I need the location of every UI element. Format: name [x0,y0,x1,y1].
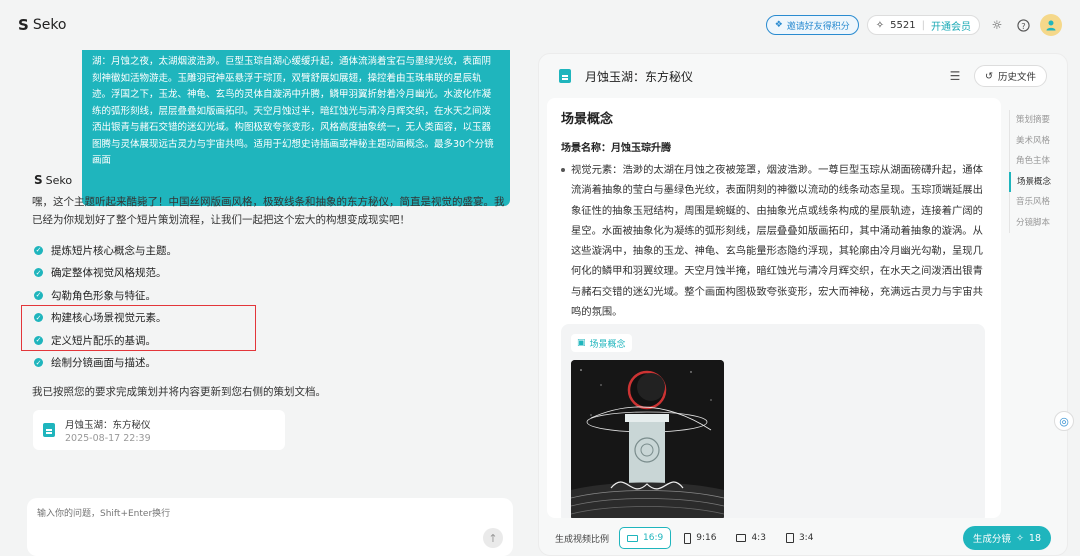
send-button[interactable]: ↑ [483,528,503,548]
toc-item-storyboard[interactable]: 分镜脚本 [1009,212,1067,233]
portrait-icon [684,532,692,544]
divider: | [921,19,925,31]
generate-label: 生成分镜 [972,534,1011,545]
landscape-icon [627,534,639,542]
plan-step: ✓ 勾勒角色形象与特征。 [34,284,334,307]
scene-image-card: ▣ 场景概念 [561,324,985,518]
panel-footer: 生成视频比例 16:9 9:16 4:3 3:4 生成分镜 ✧ 18 [539,520,1067,555]
history-icon: ↺ [985,70,993,82]
user-message-text: 湖：月蚀之夜，太湖烟波浩渺。巨型玉琮自湖心缓缓升起，通体流淌着宝石与墨绿光纹，表… [92,56,494,166]
highlight-annotation [21,305,256,351]
landscape-icon [736,534,747,542]
check-icon: ✓ [34,268,43,278]
user-message-bubble: 湖：月蚀之夜，太湖烟波浩渺。巨型玉琮自湖心缓缓升起，通体流淌着宝石与墨绿光纹，表… [82,50,510,206]
check-icon: ✓ [34,290,43,300]
plan-document-card[interactable]: 月蚀玉湖：东方秘仪 2025-08-17 22:39 [33,410,285,450]
toc-item-scene-concept[interactable]: 场景概念 [1009,171,1067,192]
ratio-option-3-4[interactable]: 3:4 [779,527,820,549]
plan-step-label: 勾勒角色形象与特征。 [51,289,156,302]
check-icon: ✓ [34,358,43,368]
ratio-option-4-3[interactable]: 4:3 [729,527,772,549]
top-bar: S Seko ❖ 邀请好友得积分 ✧ 5521 | 开通会员 ☼ ? [0,0,1080,50]
ratio-option-label: 4:3 [751,533,766,543]
theme-toggle-icon[interactable]: ☼ [988,16,1006,34]
credits-icon: ✧ [1015,532,1024,544]
scene-description: 视觉元素：浩渺的太湖在月蚀之夜被笼罩，烟波浩渺。一尊巨型玉琮从湖面磅礴升起，通体… [561,160,987,322]
app-name: Seko [32,17,67,33]
assistant-label: S Seko [34,173,72,187]
gift-icon: ❖ [774,20,783,30]
assistant-name: Seko [45,173,73,187]
invite-label: 邀请好友得积分 [786,21,850,32]
seko-logo-icon: S [18,16,29,34]
doc-card-date: 2025-08-17 22:39 [65,432,151,444]
document-content[interactable]: 场景概念 场景名称：月蚀玉琮升腾 视觉元素：浩渺的太湖在月蚀之夜被笼罩，烟波浩渺… [547,98,1001,518]
panel-header: 月蚀玉湖：东方秘仪 ☰ ↺ 历史文件 [539,54,1067,98]
generate-cost: 18 [1028,532,1041,544]
toc-item-summary[interactable]: 策划摘要 [1009,110,1067,131]
vip-link[interactable]: 开通会员 [931,18,971,33]
plan-step-label: 确定整体视觉风格规范。 [51,267,167,280]
bullet-dot [561,168,565,172]
history-label: 历史文件 [997,72,1036,83]
toc-item-art-style[interactable]: 美术风格 [1009,130,1067,151]
generate-storyboard-button[interactable]: 生成分镜 ✧ 18 [962,526,1051,550]
ratio-option-9-16[interactable]: 9:16 [677,527,723,549]
document-icon [559,69,571,83]
arrow-up-icon: ↑ [488,531,498,545]
app-logo[interactable]: S Seko [18,16,67,34]
chat-area[interactable]: 湖：月蚀之夜，太湖烟波浩渺。巨型玉琮自湖心缓缓升起，通体流淌着宝石与墨绿光纹，表… [0,50,540,556]
toc-item-music-style[interactable]: 音乐风格 [1009,192,1067,213]
plan-step: ✓ 绘制分镜画面与描述。 [34,352,334,375]
floating-assistant-icon[interactable]: ◎ [1054,411,1074,431]
scene-concept-image[interactable] [571,360,724,518]
doc-card-title: 月蚀玉湖：东方秘仪 [65,419,151,431]
ratio-option-16-9[interactable]: 16:9 [619,527,672,549]
image-tag-label: 场景概念 [589,339,626,350]
assistant-done-text: 我已按照您的要求完成策划并将内容更新到您右侧的策划文档。 [32,386,326,398]
ratio-option-label: 16:9 [643,533,664,543]
plan-step: ✓ 确定整体视觉风格规范。 [34,262,334,285]
panel-title: 月蚀玉湖：东方秘仪 [585,69,694,84]
plan-step-label: 提炼短片核心概念与主题。 [51,244,177,257]
section-title: 场景概念 [561,112,614,127]
image-icon: ▣ [577,338,586,348]
plan-document-panel: 月蚀玉湖：东方秘仪 ☰ ↺ 历史文件 场景概念 场景名称：月蚀玉琮升腾 视觉元素… [538,53,1068,556]
credits-badge[interactable]: ✧ 5521 | 开通会员 [866,15,980,35]
image-tag[interactable]: ▣ 场景概念 [571,334,632,352]
ratio-label: 生成视频比例 [555,534,610,545]
svg-text:?: ? [1021,20,1025,30]
document-icon [43,423,55,437]
history-files-button[interactable]: ↺ 历史文件 [974,65,1047,87]
ratio-option-label: 9:16 [696,533,717,543]
chat-input-container: ↑ [27,498,513,556]
section-toc: 策划摘要 美术风格 角色主体 场景概念 音乐风格 分镜脚本 [1009,110,1067,233]
plan-step: ✓ 提炼短片核心概念与主题。 [34,239,334,262]
check-icon: ✓ [34,245,43,255]
toc-item-characters[interactable]: 角色主体 [1009,151,1067,172]
invite-button[interactable]: ❖ 邀请好友得积分 [765,15,859,35]
chat-input[interactable] [37,506,503,534]
assistant-intro: 嘿，这个主题听起来酷毙了！中国丝网版画风格，极致线条和抽象的东方秘仪，简直是视觉… [32,196,505,226]
credits-value: 5521 [890,19,916,31]
scene-description-text: 视觉元素：浩渺的太湖在月蚀之夜被笼罩，烟波浩渺。一尊巨型玉琮从湖面磅礴升起，通体… [571,164,983,319]
help-icon[interactable]: ? [1014,16,1032,34]
credits-icon: ✧ [875,19,885,31]
outline-toggle-icon[interactable]: ☰ [946,67,964,85]
plan-step-label: 绘制分镜画面与描述。 [51,357,156,370]
seko-logo-icon: S [34,173,43,187]
ratio-option-label: 3:4 [798,533,814,543]
scene-name: 场景名称：月蚀玉琮升腾 [561,143,671,154]
user-avatar[interactable] [1040,14,1062,36]
portrait-icon [785,533,794,543]
